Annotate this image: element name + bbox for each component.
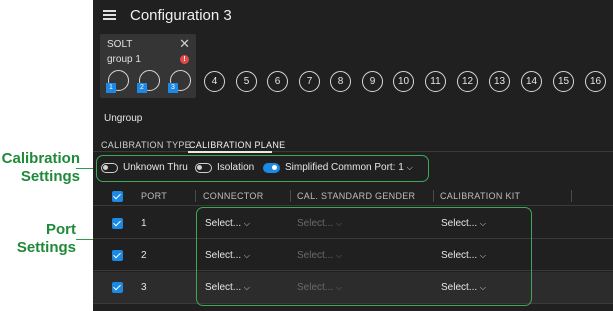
group-port-1[interactable]: 1 bbox=[106, 70, 129, 93]
configuration-panel: Configuration 3 SOLT group 1 ✕ ! 1 2 3 4… bbox=[93, 0, 613, 311]
column-divider bbox=[433, 190, 434, 202]
header-cal-standard-gender: CAL. STANDARD GENDER bbox=[297, 191, 416, 201]
tab-calibration-type[interactable]: CALIBRATION TYPE bbox=[101, 140, 191, 150]
port-14[interactable]: 14 bbox=[521, 71, 542, 92]
calibration-settings-highlight bbox=[96, 155, 429, 182]
annotation-line-1: Calibration bbox=[1, 150, 80, 167]
port-9[interactable]: 9 bbox=[362, 71, 383, 92]
port-number: 2 bbox=[141, 250, 147, 261]
select-all-checkbox[interactable] bbox=[112, 191, 123, 202]
port-6[interactable]: 6 bbox=[267, 71, 288, 92]
tab-bar: CALIBRATION TYPE CALIBRATION PLANE bbox=[93, 138, 613, 152]
port-number: 1 bbox=[141, 218, 147, 229]
column-divider bbox=[195, 190, 196, 202]
port-8[interactable]: 8 bbox=[330, 71, 351, 92]
port-7[interactable]: 7 bbox=[299, 71, 320, 92]
annotation-line-2: Settings bbox=[16, 239, 76, 256]
group-port-2[interactable]: 2 bbox=[137, 70, 160, 93]
calibration-settings-annotation: Calibration Settings bbox=[0, 150, 80, 186]
port-badge: 2 bbox=[137, 83, 147, 93]
port-settings-annotation: Port Settings bbox=[0, 221, 76, 257]
header-port: PORT bbox=[141, 191, 168, 201]
row-checkbox[interactable] bbox=[112, 218, 123, 229]
table-header: PORT CONNECTOR CAL. STANDARD GENDER CALI… bbox=[93, 186, 613, 206]
header-connector: CONNECTOR bbox=[203, 191, 264, 201]
group-port-3[interactable]: 3 bbox=[168, 70, 191, 93]
row-checkbox[interactable] bbox=[112, 250, 123, 261]
port-group-card[interactable]: SOLT group 1 ✕ ! 1 2 3 bbox=[100, 34, 196, 98]
port-13[interactable]: 13 bbox=[489, 71, 510, 92]
port-badge: 3 bbox=[168, 83, 178, 93]
port-settings-highlight bbox=[196, 207, 532, 306]
annotation-line-2: Settings bbox=[20, 168, 80, 185]
ungroup-button[interactable]: Ungroup bbox=[104, 113, 142, 124]
port-15[interactable]: 15 bbox=[553, 71, 574, 92]
tab-calibration-plane[interactable]: CALIBRATION PLANE bbox=[189, 140, 285, 150]
annotation-line-1: Port bbox=[46, 221, 76, 238]
close-icon[interactable]: ✕ bbox=[179, 37, 190, 50]
port-5[interactable]: 5 bbox=[236, 71, 257, 92]
port-badge: 1 bbox=[106, 83, 116, 93]
row-checkbox[interactable] bbox=[112, 282, 123, 293]
port-16[interactable]: 16 bbox=[585, 71, 606, 92]
port-4[interactable]: 4 bbox=[204, 71, 225, 92]
top-bar: Configuration 3 bbox=[93, 0, 613, 32]
port-12[interactable]: 12 bbox=[457, 71, 478, 92]
warning-icon: ! bbox=[180, 55, 189, 64]
group-name: SOLT bbox=[107, 39, 133, 50]
page-title: Configuration 3 bbox=[130, 7, 232, 24]
group-subtitle: group 1 bbox=[107, 54, 141, 65]
column-divider bbox=[571, 190, 572, 202]
active-tab-indicator bbox=[188, 151, 272, 153]
port-10[interactable]: 10 bbox=[393, 71, 414, 92]
header-calibration-kit: CALIBRATION KIT bbox=[440, 191, 521, 201]
port-11[interactable]: 11 bbox=[425, 71, 446, 92]
menu-icon[interactable] bbox=[103, 10, 116, 20]
column-divider bbox=[290, 190, 291, 202]
port-number: 3 bbox=[141, 282, 147, 293]
